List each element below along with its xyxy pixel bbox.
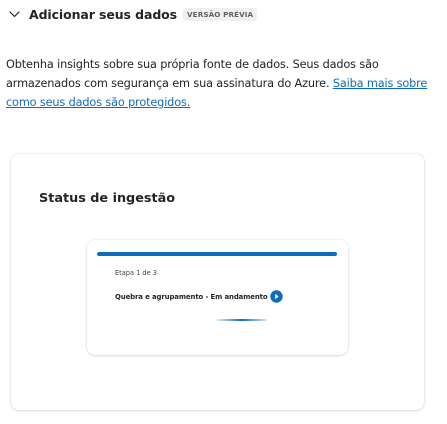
preview-badge: VERSÃO PRÉVIA (183, 7, 258, 21)
progress-bar (97, 252, 337, 256)
loading-indicator (217, 319, 267, 321)
step-indicator: Etapa 1 de 3 (115, 269, 157, 277)
description-text: Obtenha insights sobre sua própria fonte… (6, 58, 379, 90)
section-title: Adicionar seus dados (29, 6, 178, 22)
progress-bar-fill (97, 252, 337, 256)
play-circle-icon (269, 290, 283, 303)
status-text: Quebra e agrupamento - Em andamento (115, 292, 268, 301)
card-title: Status de ingestão (39, 191, 176, 206)
description: Obtenha insights sobre sua própria fonte… (6, 55, 443, 112)
chevron-down-icon[interactable] (8, 8, 20, 20)
add-data-header[interactable]: Adicionar seus dados VERSÃO PRÉVIA (8, 6, 258, 22)
status-row: Quebra e agrupamento - Em andamento (115, 290, 283, 303)
ingestion-progress-panel: Etapa 1 de 3 Quebra e agrupamento - Em a… (87, 240, 348, 355)
ingestion-status-card: Status de ingestão Etapa 1 de 3 Quebra e… (11, 154, 424, 410)
